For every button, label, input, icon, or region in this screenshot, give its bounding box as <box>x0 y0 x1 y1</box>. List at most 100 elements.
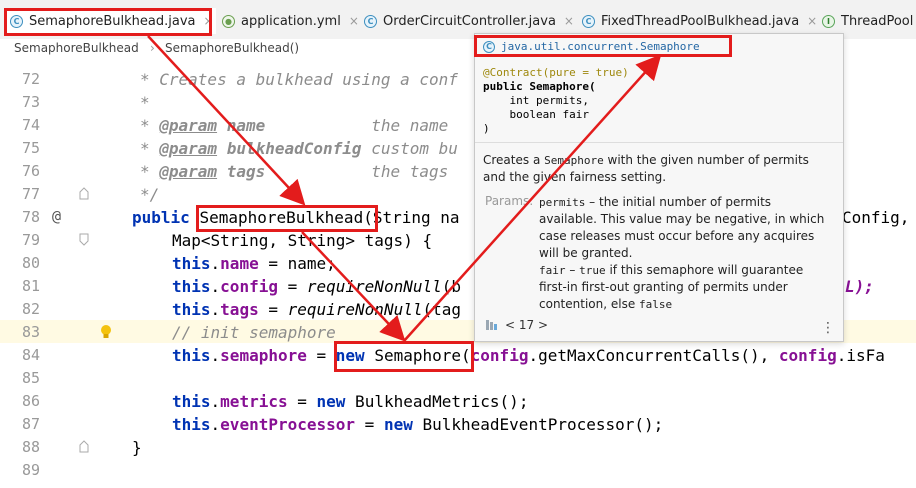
code-line-78-tail: Config, <box>842 208 910 227</box>
code-line-88: } <box>132 438 142 457</box>
highlight-box-popup-header <box>474 35 732 57</box>
highlight-box-new-semaphore <box>334 341 474 372</box>
line-number: 85 <box>21 369 40 387</box>
code-text: = <box>287 392 317 411</box>
code-line-81-tail: L); <box>845 275 874 298</box>
param-name: tags <box>226 162 266 181</box>
code-line-77: */ <box>140 185 160 204</box>
popup-description: Creates a Semaphore with the given numbe… <box>483 152 833 186</box>
keyword: this <box>172 277 211 296</box>
jdk-version[interactable]: < 17 > <box>505 318 548 332</box>
code-text: (b <box>441 277 461 296</box>
line-number: 72 <box>21 70 40 88</box>
code-text: L); <box>845 277 874 296</box>
fold-icon[interactable] <box>78 233 90 247</box>
line-number: 83 <box>21 323 40 341</box>
param-desc: the tags <box>371 162 449 181</box>
signature-line: boolean fair <box>483 108 589 121</box>
code-line-72: * Creates a bulkhead using a conf <box>140 70 458 89</box>
divider <box>475 142 843 143</box>
param-desc: custom bu <box>371 139 458 158</box>
code-text: BulkheadMetrics(); <box>345 392 529 411</box>
code-line-82: this.tags = requireNonNull(tag <box>172 300 461 319</box>
line-number: 73 <box>21 93 40 111</box>
code-line-75: * @param bulkheadConfig custom bu <box>140 139 458 158</box>
param-code: true <box>579 264 606 277</box>
keyword: public <box>132 208 190 227</box>
line-number: 79 <box>21 231 40 249</box>
field: eventProcessor <box>220 415 356 434</box>
keyword: new <box>383 415 413 434</box>
code-text: = name; <box>258 254 336 273</box>
code-text: .getMaxConcurrentCalls(), <box>528 346 779 365</box>
line-number: 76 <box>21 162 40 180</box>
line-number: 75 <box>21 139 40 157</box>
code-text: = <box>277 277 307 296</box>
code-line-80: this.name = name; <box>172 254 336 273</box>
line-number: 88 <box>21 438 40 456</box>
code-line-87: this.eventProcessor = new BulkheadEventP… <box>172 415 664 434</box>
line-number: 89 <box>21 461 40 479</box>
line-number: 84 <box>21 346 40 364</box>
quick-documentation-popup[interactable]: C java.util.concurrent.Semaphore @Contra… <box>474 33 844 342</box>
code-line-76: * @param tags the tags <box>140 162 449 181</box>
keyword: this <box>172 254 211 273</box>
method-signature: @Contract(pure = true) public Semaphore(… <box>483 66 629 136</box>
param-fair: fair – true if this semaphore will guara… <box>539 262 831 313</box>
code-line-79: Map<String, String> tags) { <box>172 231 433 250</box>
line-number: 82 <box>21 300 40 318</box>
field: config <box>470 346 529 365</box>
param-desc: the name <box>371 116 449 135</box>
javadoc-tag: @param <box>159 139 218 158</box>
params-list: permits – the initial number of permits … <box>539 194 831 313</box>
field: config <box>778 346 837 365</box>
keyword: new <box>316 392 346 411</box>
code-text: = <box>306 346 336 365</box>
code-text: .isFa <box>836 346 885 365</box>
lightbulb-icon[interactable] <box>99 324 113 340</box>
line-number: 87 <box>21 415 40 433</box>
line-number: 74 <box>21 116 40 134</box>
param-code: false <box>639 298 673 311</box>
params-label: Params: <box>485 194 534 208</box>
field: name <box>220 254 259 273</box>
param-permits: permits – the initial number of permits … <box>539 194 831 262</box>
code-line-83: // init semaphore <box>172 323 336 342</box>
highlight-box-tab <box>4 8 212 36</box>
static-call: requireNonNull <box>306 277 442 296</box>
fold-icon[interactable] <box>78 187 90 201</box>
code-line-84: this.semaphore = new Semaphore(config.ge… <box>172 346 885 365</box>
static-call: requireNonNull <box>287 300 423 319</box>
code-text: = <box>355 415 384 434</box>
code-line-81: this.config = requireNonNull(b <box>172 277 461 296</box>
signature-line: public Semaphore( <box>483 80 596 93</box>
line-number: 77 <box>21 185 40 203</box>
desc-text: Creates a <box>483 153 545 167</box>
field: metrics <box>220 392 288 411</box>
field: config <box>220 277 278 296</box>
line-number: 81 <box>21 277 40 295</box>
field: semaphore <box>220 346 307 365</box>
javadoc-tag: @param <box>159 162 218 181</box>
override-marker[interactable]: @ <box>52 207 61 225</box>
code-line-86: this.metrics = new BulkheadMetrics(); <box>172 392 529 411</box>
line-number: 78 <box>21 208 40 226</box>
line-number: 86 <box>21 392 40 410</box>
contract-annotation: @Contract(pure = true) <box>483 66 629 79</box>
code-line-73: * <box>140 93 150 112</box>
highlight-box-constructor <box>196 205 378 232</box>
code-text: = <box>258 300 288 319</box>
param-name: bulkheadConfig <box>226 139 362 158</box>
keyword: this <box>172 415 211 434</box>
param-name: name <box>226 116 266 135</box>
signature-line: int permits, <box>483 94 589 107</box>
javadoc-tag: @param <box>159 116 218 135</box>
desc-code: Semaphore <box>544 154 604 167</box>
param-name: fair <box>539 264 566 277</box>
fold-icon[interactable] <box>78 440 90 454</box>
param-name: permits <box>539 196 586 209</box>
jdk-version-nav[interactable]: < 17 > <box>485 318 548 332</box>
more-options-icon[interactable]: ⋮ <box>821 320 835 336</box>
line-number: 80 <box>21 254 40 272</box>
code-text: (tag <box>422 300 461 319</box>
